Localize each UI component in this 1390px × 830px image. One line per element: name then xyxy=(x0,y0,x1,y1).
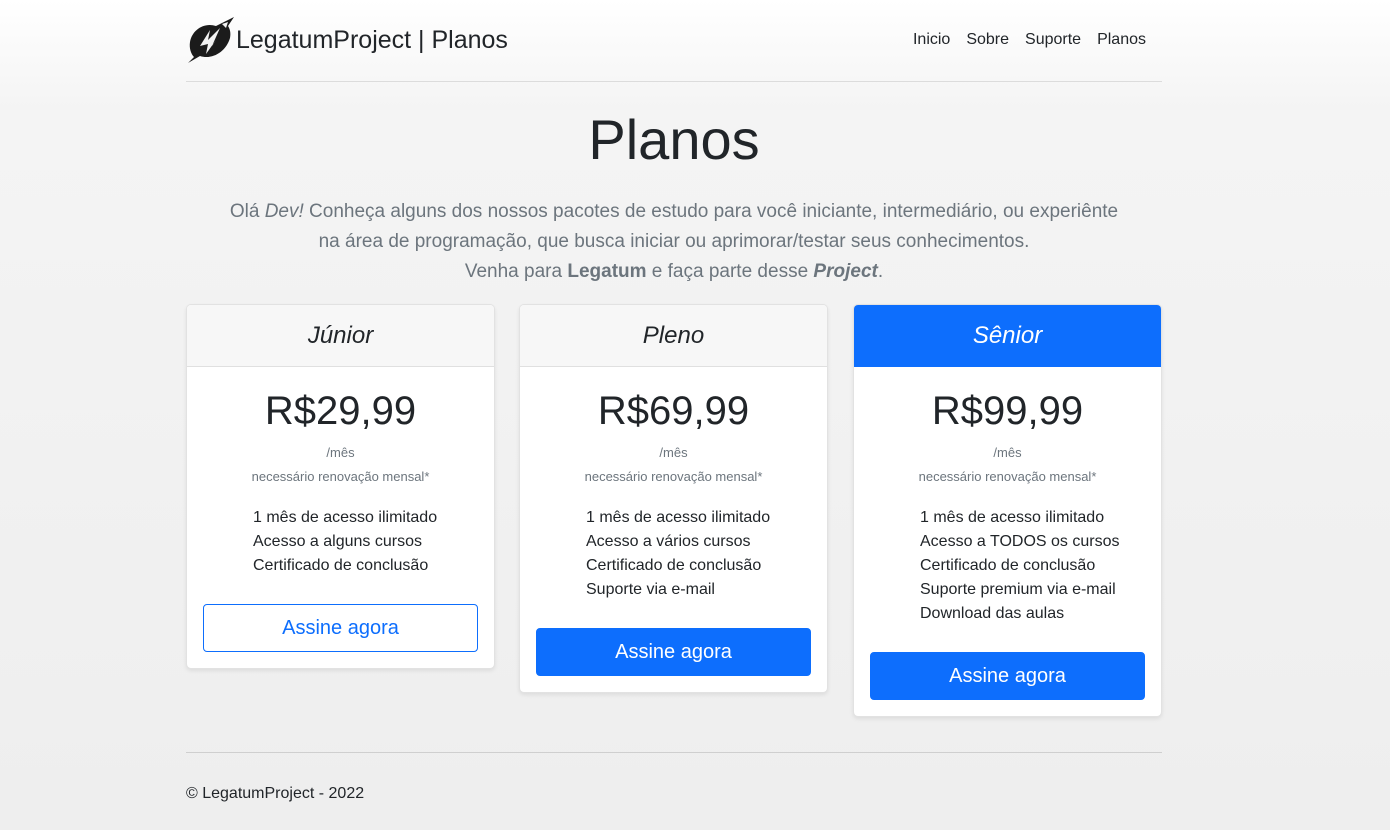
footer-divider xyxy=(186,752,1162,753)
plan-period: /mês xyxy=(993,445,1022,460)
plan-price: R$69,99 xyxy=(597,389,750,433)
plan-period: /mês xyxy=(326,445,355,460)
intro-cta-end: . xyxy=(877,261,884,282)
plan-feature: 1 mês de acesso ilimitado xyxy=(253,509,438,526)
plan-feature: Acesso a vários cursos xyxy=(586,533,751,550)
legatum-logo-icon xyxy=(188,17,234,63)
site-header: LegatumProject | Planos Inicio Sobre Sup… xyxy=(186,0,1162,82)
nav-link-sobre[interactable]: Sobre xyxy=(966,31,1009,49)
nav-link-inicio[interactable]: Inicio xyxy=(913,31,950,49)
plan-features: 1 mês de acesso ilimitado Acesso a vário… xyxy=(586,506,811,602)
plan-card-senior: Sênior R$99,99 /mês necessário renovação… xyxy=(853,304,1162,717)
intro-description: Conheça alguns dos nossos pacotes de est… xyxy=(303,201,1119,222)
main-nav: Inicio Sobre Suporte Planos xyxy=(913,31,1146,49)
intro-line-1: Olá Dev! Conheça alguns dos nossos pacot… xyxy=(186,197,1162,227)
plan-card-pleno: Pleno R$69,99 /mês necessário renovação … xyxy=(519,304,828,693)
intro-line-3: Venha para Legatum e faça parte desse Pr… xyxy=(186,257,1162,287)
plan-features: 1 mês de acesso ilimitado Acesso a algun… xyxy=(253,506,478,578)
plan-body: R$99,99 /mês necessário renovação mensal… xyxy=(854,387,1161,716)
subscribe-button-senior[interactable]: Assine agora xyxy=(870,652,1145,700)
plan-feature: Certificado de conclusão xyxy=(920,557,1096,574)
plan-renewal-note: necessário renovação mensal* xyxy=(918,469,1097,484)
plan-feature: Suporte premium via e-mail xyxy=(920,581,1116,598)
page-title: Planos xyxy=(588,108,760,171)
plan-feature: Certificado de conclusão xyxy=(253,557,429,574)
intro-project: Project xyxy=(813,261,878,282)
plan-feature: 1 mês de acesso ilimitado xyxy=(920,509,1105,526)
plan-price: R$99,99 xyxy=(931,389,1084,433)
plan-name: Sênior xyxy=(854,305,1161,367)
plan-body: R$29,99 /mês necessário renovação mensal… xyxy=(187,387,494,668)
intro-greeting: Olá xyxy=(229,201,265,222)
brand-title: LegatumProject | Planos xyxy=(236,25,508,54)
plan-period: /mês xyxy=(659,445,688,460)
intro-legatum: Legatum xyxy=(567,261,647,282)
intro-cta-prefix: Venha para xyxy=(464,261,568,282)
plan-feature: Acesso a TODOS os cursos xyxy=(920,533,1120,550)
plan-feature: Suporte via e-mail xyxy=(586,581,715,598)
plan-price: R$29,99 xyxy=(264,389,417,433)
intro-dev: Dev! xyxy=(264,201,304,222)
subscribe-button-junior[interactable]: Assine agora xyxy=(203,604,478,652)
plan-renewal-note: necessário renovação mensal* xyxy=(584,469,763,484)
plan-feature: Certificado de conclusão xyxy=(586,557,762,574)
intro-cta-middle: e faça parte desse xyxy=(646,261,814,282)
nav-link-suporte[interactable]: Suporte xyxy=(1025,31,1081,49)
subscribe-button-pleno[interactable]: Assine agora xyxy=(536,628,811,676)
intro-line-2: na área de programação, que busca inicia… xyxy=(318,231,1030,252)
plan-feature: Download das aulas xyxy=(920,605,1065,622)
plan-name: Pleno xyxy=(520,305,827,367)
nav-link-planos[interactable]: Planos xyxy=(1097,31,1146,49)
brand-link[interactable]: LegatumProject | Planos xyxy=(186,16,508,64)
plan-features: 1 mês de acesso ilimitado Acesso a TODOS… xyxy=(920,506,1145,626)
intro-text: Olá Dev! Conheça alguns dos nossos pacot… xyxy=(186,197,1162,287)
footer-copyright: © LegatumProject - 2022 xyxy=(186,785,365,802)
plan-renewal-note: necessário renovação mensal* xyxy=(251,469,430,484)
plan-card-junior: Júnior R$29,99 /mês necessário renovação… xyxy=(186,304,495,669)
plan-feature: 1 mês de acesso ilimitado xyxy=(586,509,771,526)
plan-name: Júnior xyxy=(187,305,494,367)
page-container: LegatumProject | Planos Inicio Sobre Sup… xyxy=(186,0,1162,830)
plan-body: R$69,99 /mês necessário renovação mensal… xyxy=(520,387,827,692)
plan-feature: Acesso a alguns cursos xyxy=(253,533,422,550)
